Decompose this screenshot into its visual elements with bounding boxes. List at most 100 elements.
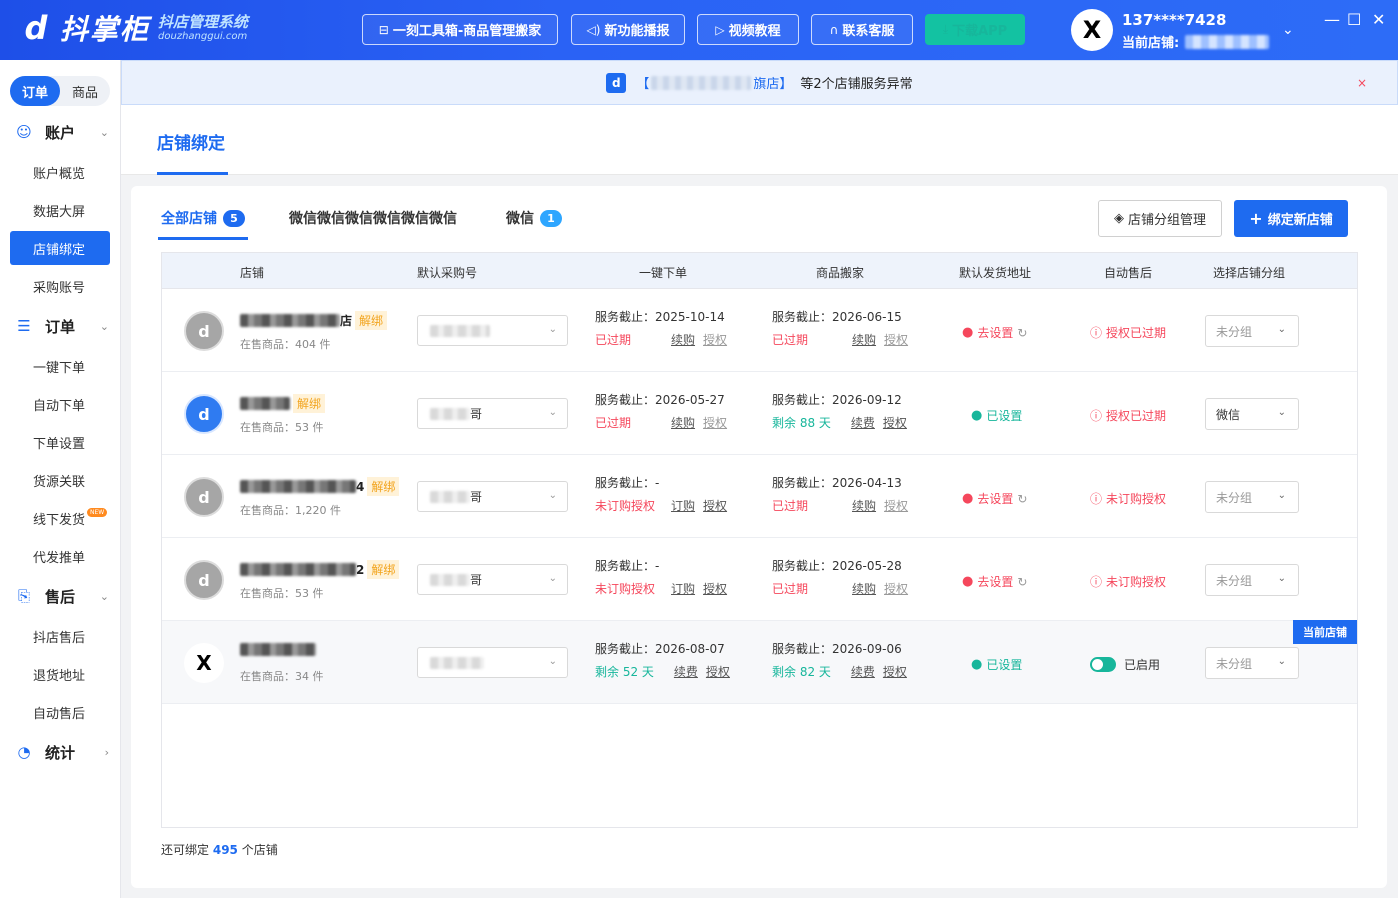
sidebar-item-return-address[interactable]: 退货地址 [10, 657, 110, 691]
store-name: 4 解绑 [240, 477, 400, 496]
sidebar-item-buyer-account[interactable]: 采购账号 [10, 269, 110, 303]
group-select[interactable]: 未分组 ⌄ [1205, 315, 1299, 347]
sidebar-item-dropship[interactable]: 代发推单 [10, 539, 110, 573]
auth-link[interactable]: 授权 [883, 665, 907, 679]
service-notice: d 【 旗店】 等2个店铺服务异常 × [121, 60, 1398, 105]
renew-link[interactable]: 续费 [851, 416, 875, 430]
buyer-select[interactable]: 哥 ⌄ [417, 564, 568, 595]
unbind-button[interactable]: 解绑 [367, 477, 400, 496]
address-setting[interactable]: ● 去设置 ↻ [962, 324, 1027, 341]
news-button[interactable]: ◁) 新功能播报 [571, 14, 685, 45]
sidebar-item-quick-order[interactable]: 一键下单 [10, 349, 110, 383]
app-subtitle: 抖店管理系统 [158, 12, 249, 31]
sidebar-item-auto-after-sale[interactable]: 自动售后 [10, 695, 110, 729]
download-app-button[interactable]: ⤓ 下载APP [925, 14, 1025, 45]
auth-link[interactable]: 授权 [884, 333, 908, 347]
table-row-current: 当前店铺 X 在售商品：34 件 ⌄ 服务截止：2026-08-07 剩余 52… [162, 620, 1357, 704]
headset-icon: ∩ [829, 22, 839, 37]
unbind-button[interactable]: 解绑 [355, 311, 388, 330]
auth-link[interactable]: 授权 [883, 416, 907, 430]
location-pin-icon: ● [971, 657, 983, 672]
buyer-select[interactable]: 哥 ⌄ [417, 481, 568, 512]
goods-count: 在售商品：404 件 [240, 338, 331, 351]
tab-group-2[interactable]: 微信 1 [506, 208, 562, 228]
group-after-sale[interactable]: ⎘ 售后 ⌄ [0, 578, 121, 614]
seg-order[interactable]: 订单 [10, 76, 60, 106]
auth-link[interactable]: 授权 [703, 582, 727, 596]
app-logo: d 抖掌柜 抖店管理系统 douzhanggui.com [18, 8, 248, 48]
group-stats[interactable]: ◔ 统计 › [0, 734, 121, 770]
seg-goods[interactable]: 商品 [60, 76, 110, 106]
minimize-icon[interactable]: — [1324, 10, 1340, 29]
close-icon[interactable]: ✕ [1372, 10, 1385, 29]
goods-count: 在售商品：34 件 [240, 670, 324, 683]
toolbox-icon: ⊟ [378, 22, 389, 37]
renew-link[interactable]: 续购 [852, 582, 876, 596]
address-setting[interactable]: ● 去设置 ↻ [962, 573, 1027, 590]
store-logo-icon: d [606, 72, 627, 93]
tools-button[interactable]: ⊟ 一刻工具箱-商品管理搬家 [362, 14, 558, 45]
tab-all-stores[interactable]: 全部店铺 5 [161, 208, 245, 228]
sidebar-item-shop-after-sale[interactable]: 抖店售后 [10, 619, 110, 653]
goods-count: 在售商品：1,220 件 [240, 504, 341, 517]
renew-link[interactable]: 续购 [852, 333, 876, 347]
table-header: 店铺 默认采购号 一键下单 商品搬家 默认发货地址 自动售后 选择店铺分组 [162, 253, 1357, 289]
count-badge: 1 [540, 209, 562, 227]
sidebar-item-dashboard[interactable]: 数据大屏 [10, 193, 110, 227]
chevron-down-icon: ⌄ [548, 407, 557, 418]
sidebar-item-order-settings[interactable]: 下单设置 [10, 425, 110, 459]
group-select[interactable]: 未分组 ⌄ [1205, 564, 1299, 596]
auth-link[interactable]: 授权 [703, 333, 727, 347]
auth-link[interactable]: 授权 [706, 665, 730, 679]
group-select[interactable]: 微信 ⌄ [1205, 398, 1299, 430]
video-button[interactable]: ▷ 视频教程 [697, 14, 799, 45]
address-setting[interactable]: ● 已设置 [971, 656, 1022, 673]
service-button[interactable]: ∩ 联系客服 [811, 14, 913, 45]
group-select[interactable]: 未分组 ⌄ [1205, 647, 1299, 679]
auth-link[interactable]: 授权 [703, 499, 727, 513]
order-link[interactable]: 订购 [671, 582, 695, 596]
sidebar-item-source-link[interactable]: 货源关联 [10, 463, 110, 497]
order-service: 服务截止：- 未订购授权 订购 授权 [595, 476, 728, 513]
renew-link[interactable]: 续费 [674, 665, 698, 679]
buyer-select[interactable]: ⌄ [417, 647, 568, 678]
group-order[interactable]: ☰ 订单 ⌄ [0, 308, 121, 344]
sidebar-item-auto-order[interactable]: 自动下单 [10, 387, 110, 421]
renew-link[interactable]: 续费 [851, 665, 875, 679]
order-link[interactable]: 订购 [671, 499, 695, 513]
buyer-select[interactable]: 哥 ⌄ [417, 398, 568, 429]
download-icon: ⤓ [942, 22, 949, 36]
renew-link[interactable]: 续购 [671, 416, 695, 430]
auto-after-sale-toggle[interactable] [1090, 657, 1116, 672]
plus-icon: + [1249, 209, 1263, 228]
chevron-down-icon[interactable]: ⌄ [1282, 22, 1294, 38]
pie-chart-icon: ◔ [17, 743, 31, 761]
tab-group-1[interactable]: 微信微信微信微信微信微信 [289, 208, 457, 228]
auth-link[interactable]: 授权 [884, 499, 908, 513]
table-row: d 2 解绑 在售商品：53 件 哥 ⌄ 服务截止：- 未订购授权 订购 授权 服务截止… [162, 538, 1357, 621]
auth-link[interactable]: 授权 [703, 416, 727, 430]
user-avatar[interactable]: X [1071, 9, 1113, 51]
close-icon[interactable]: × [1357, 76, 1367, 90]
group-account[interactable]: ☺ 账户 ⌄ [0, 114, 121, 150]
store-avatar: d [184, 394, 224, 434]
address-setting[interactable]: ● 已设置 [971, 407, 1022, 424]
order-service: 服务截止：2025-10-14 已过期 续购 授权 [595, 310, 728, 347]
maximize-icon[interactable]: ☐ [1347, 10, 1361, 29]
renew-link[interactable]: 续购 [852, 499, 876, 513]
sidebar-item-offline-ship[interactable]: 线下发货 NEW [10, 501, 110, 535]
notice-store-link[interactable]: 旗店】 [753, 73, 792, 92]
auth-link[interactable]: 授权 [884, 582, 908, 596]
address-setting[interactable]: ● 去设置 ↻ [962, 490, 1027, 507]
unbind-button[interactable]: 解绑 [293, 394, 326, 413]
group-manage-button[interactable]: ◈ 店铺分组管理 [1098, 200, 1222, 237]
sidebar-item-overview[interactable]: 账户概览 [10, 155, 110, 189]
warning-circle-icon: ⓘ [1090, 409, 1103, 423]
sidebar-item-store-bind[interactable]: 店铺绑定 [10, 231, 110, 265]
group-select[interactable]: 未分组 ⌄ [1205, 481, 1299, 513]
bind-new-store-button[interactable]: + 绑定新店铺 [1234, 200, 1348, 237]
unbind-button[interactable]: 解绑 [367, 560, 400, 579]
mode-switch: 订单 商品 [10, 76, 110, 106]
buyer-select[interactable]: ⌄ [417, 315, 568, 346]
renew-link[interactable]: 续购 [671, 333, 695, 347]
